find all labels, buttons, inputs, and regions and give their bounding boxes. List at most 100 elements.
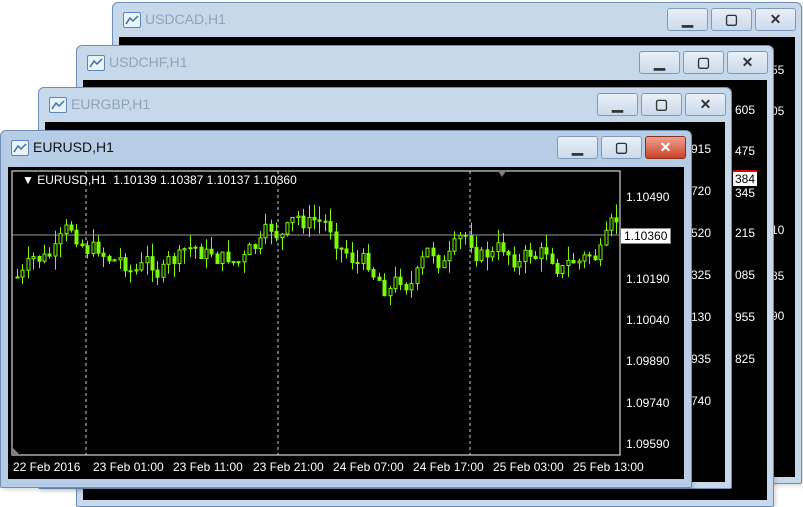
window-eurusd[interactable]: EURUSD,H1 ▁ ▢ ✕ ▼ EURUSD,H1 1.10139 1.10…: [0, 130, 692, 488]
candle-body: [479, 249, 484, 262]
candle-body: [388, 288, 393, 297]
candle-body: [112, 259, 117, 262]
candle-body: [604, 229, 609, 246]
maximize-button[interactable]: ▢: [711, 8, 752, 31]
close-button[interactable]: ✕: [685, 93, 726, 116]
candle-body: [571, 259, 576, 264]
price-label: 740: [691, 394, 712, 408]
candle-body: [442, 260, 447, 269]
maximize-button[interactable]: ▢: [683, 51, 724, 74]
minimize-icon: ▁: [572, 139, 583, 155]
price-scale-label: 1.09740: [626, 396, 670, 410]
window-title: EURGBP,H1: [71, 96, 151, 112]
close-button[interactable]: ✕: [727, 51, 768, 74]
candle-body: [269, 223, 274, 232]
candle-body: [172, 256, 177, 265]
candle-body: [577, 260, 582, 264]
window-title: EURUSD,H1: [33, 139, 114, 155]
price-scale-label: 1.09590: [626, 437, 670, 451]
candle-body: [161, 263, 166, 278]
candle-body: [263, 223, 268, 239]
titlebar-eurgbp[interactable]: EURGBP,H1 ▁ ▢ ✕: [39, 88, 731, 122]
price-label: 520: [691, 226, 712, 240]
candle-body: [236, 261, 241, 264]
minimize-button[interactable]: ▁: [597, 93, 638, 116]
close-button[interactable]: ✕: [645, 136, 686, 159]
candle-body: [496, 242, 501, 253]
titlebar-usdchf[interactable]: USDCHF,H1 ▁ ▢ ✕: [77, 46, 773, 80]
candle-body: [598, 244, 603, 261]
time-scale-label: 25 Feb 03:00: [493, 460, 564, 474]
candle-body: [177, 249, 182, 265]
time-scale-label: 25 Feb 13:00: [573, 460, 644, 474]
close-button[interactable]: ✕: [755, 8, 796, 31]
price-label: 085: [735, 268, 756, 282]
candle-body: [361, 252, 366, 264]
price-label: 720: [691, 184, 712, 198]
candle-body: [334, 231, 339, 249]
candle-body: [533, 255, 538, 260]
close-icon: ✕: [769, 11, 782, 27]
candle-body: [220, 251, 225, 265]
candle-body: [96, 241, 101, 254]
maximize-icon: ▢: [614, 139, 629, 155]
candle-body: [458, 234, 463, 240]
candle-body: [199, 246, 204, 260]
chart-window-icon: [123, 12, 141, 28]
minimize-button[interactable]: ▁: [557, 136, 598, 159]
price-label: 215: [735, 226, 756, 240]
candle-body: [517, 261, 522, 268]
candle-body: [512, 254, 517, 268]
candle-body: [355, 262, 360, 265]
maximize-button[interactable]: ▢: [641, 93, 682, 116]
candle-body: [118, 257, 123, 261]
candle-body: [64, 224, 69, 234]
symbol-ohlc-line: EURUSD,H1 1.10139 1.10387 1.10137 1.1036…: [37, 173, 297, 187]
price-label: 605: [735, 103, 756, 117]
candle-body: [253, 244, 258, 249]
minimize-button[interactable]: ▁: [639, 51, 680, 74]
candle-body: [285, 222, 290, 235]
candle-body: [550, 253, 555, 264]
candle-body: [409, 282, 414, 291]
price-label: 915: [691, 142, 712, 156]
candle-body: [91, 241, 96, 255]
close-icon: ✕: [699, 96, 712, 112]
candle-body: [274, 230, 279, 239]
maximize-button[interactable]: ▢: [601, 136, 642, 159]
candle-body: [301, 215, 306, 229]
candle-body: [344, 248, 349, 254]
candle-body: [609, 217, 614, 231]
candle-body: [37, 255, 42, 262]
chart-window-icon: [87, 55, 105, 71]
candlestick-chart[interactable]: [8, 167, 684, 479]
candle-body: [247, 244, 252, 256]
candle-body: [528, 249, 533, 257]
chart-area[interactable]: ▼ EURUSD,H1 1.10139 1.10387 1.10137 1.10…: [8, 167, 684, 479]
candle-body: [188, 247, 193, 250]
titlebar-usdcad[interactable]: USDCAD,H1 ▁ ▢ ✕: [113, 3, 801, 37]
price-scale-label: 1.10490: [626, 190, 670, 204]
corner-marker: [12, 447, 20, 455]
candle-body: [166, 256, 171, 265]
candle-body: [582, 254, 587, 262]
candle-body: [204, 248, 209, 260]
dropdown-triangle-icon[interactable]: ▼: [22, 173, 34, 187]
chart-symbol-info: ▼ EURUSD,H1 1.10139 1.10387 1.10137 1.10…: [22, 173, 297, 187]
close-icon: ✕: [741, 54, 754, 70]
close-icon: ✕: [659, 139, 672, 155]
candle-body: [312, 216, 317, 221]
candle-body: [258, 237, 263, 249]
titlebar-eurusd[interactable]: EURUSD,H1 ▁ ▢ ✕: [1, 131, 691, 165]
candle-body: [15, 276, 20, 279]
price-label: 475: [735, 144, 756, 158]
minimize-button[interactable]: ▁: [667, 8, 708, 31]
candle-body: [145, 256, 150, 264]
candle-body: [101, 252, 106, 257]
candle-body: [20, 269, 25, 278]
maximize-icon: ▢: [724, 11, 739, 27]
candle-body: [107, 255, 112, 262]
candle-body: [393, 276, 398, 290]
window-title: USDCAD,H1: [145, 11, 226, 27]
plot-frame: [11, 170, 621, 456]
